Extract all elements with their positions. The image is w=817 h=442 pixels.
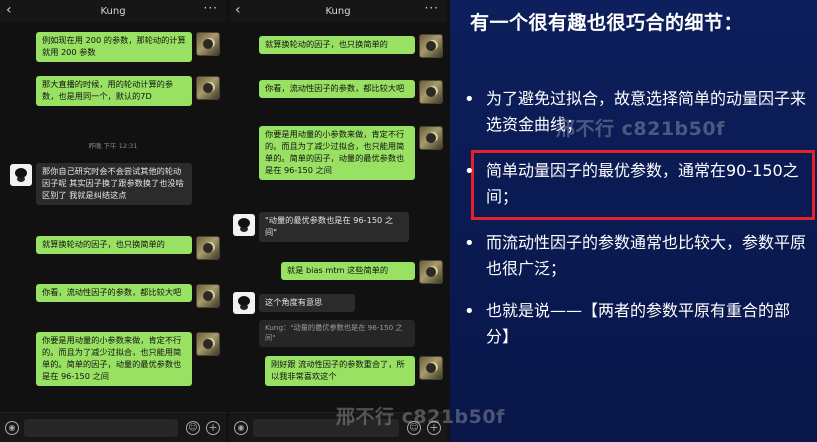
message-bubble[interactable]: 你要是用动量的小参数来做，肯定不行的。而且为了减少过拟合，也只能用简单的。简单的…: [36, 332, 192, 386]
more-icon[interactable]: ···: [204, 1, 218, 15]
avatar[interactable]: [233, 292, 255, 314]
message-bubble[interactable]: 刚好跟 流动性因子的参数重合了，所以我非常喜欢这个: [265, 356, 415, 386]
avatar[interactable]: [419, 80, 443, 104]
input-bar: ◉ ☺ +: [0, 412, 226, 442]
plus-icon[interactable]: +: [206, 421, 220, 435]
timestamp: 昨晚 下午 12:31: [88, 142, 138, 150]
right-chat-window: ‹ Kung ··· 就算换轮动的因子，也只换简单的 你看，流动性因子的参数，都…: [229, 0, 447, 442]
message-bubble[interactable]: 就是 bias mtm 这些简单的: [281, 262, 415, 280]
avatar[interactable]: [196, 332, 220, 356]
avatar[interactable]: [196, 236, 220, 260]
message-bubble[interactable]: "动量的最优参数也是在 96-150 之间": [259, 212, 409, 242]
slide-bullet: 也就是说——【两者的参数平原有重合的部分】: [464, 298, 810, 349]
avatar[interactable]: [419, 34, 443, 58]
more-icon[interactable]: ···: [425, 1, 439, 15]
message-bubble[interactable]: 那大直播的时候，用的轮动计算的参数，也是用同一个，默认的7D: [36, 76, 192, 106]
avatar[interactable]: [419, 126, 443, 150]
left-chat-window: ‹ Kung ··· 例如现在用 200 的参数，那轮动的计算就用 200 参数…: [0, 0, 226, 442]
quoted-message[interactable]: Kung："动量的最优参数也是在 96-150 之间": [259, 320, 415, 347]
avatar[interactable]: [10, 164, 32, 186]
message-input[interactable]: [24, 419, 178, 437]
voice-icon[interactable]: ◉: [5, 421, 19, 435]
avatar[interactable]: [419, 260, 443, 284]
avatar[interactable]: [233, 214, 255, 236]
message-bubble[interactable]: 你看，流动性因子的参数，都比较大吧: [259, 80, 415, 98]
emoji-icon[interactable]: ☺: [186, 421, 200, 435]
slide-bullet: 而流动性因子的参数通常也比较大，参数平原也很广泛；: [464, 230, 810, 281]
message-bubble[interactable]: 例如现在用 200 的参数，那轮动的计算就用 200 参数: [36, 32, 192, 62]
watermark: 邢不行 c821b50f: [556, 118, 725, 140]
watermark: 邢不行 c821b50f: [336, 406, 505, 428]
avatar[interactable]: [196, 76, 220, 100]
message-bubble[interactable]: 你要是用动量的小参数来做，肯定不行的。而且为了减少过拟合，也只能用简单的。简单的…: [259, 126, 415, 180]
slide-bullet: 简单动量因子的最优参数，通常在90-150之间；: [464, 158, 810, 209]
voice-icon[interactable]: ◉: [234, 421, 248, 435]
message-bubble[interactable]: 你看，流动性因子的参数，都比较大吧: [36, 284, 192, 302]
presentation-slide: 有一个很有趣也很巧合的细节： 为了避免过拟合，故意选择简单的动量因子来选资金曲线…: [450, 0, 817, 442]
chat-header: ‹ Kung ···: [0, 0, 226, 22]
message-bubble[interactable]: 那你自己研究时会不会尝试其他的轮动因子呢 其实因子换了跟参数换了也没啥区别了 我…: [36, 163, 192, 205]
chat-title: Kung: [325, 5, 351, 17]
chat-title: Kung: [100, 5, 126, 17]
message-bubble[interactable]: 就算换轮动的因子，也只换简单的: [259, 36, 415, 54]
back-icon[interactable]: ‹: [6, 2, 12, 18]
message-bubble[interactable]: 就算换轮动的因子，也只换简单的: [36, 236, 192, 254]
avatar[interactable]: [419, 356, 443, 380]
avatar[interactable]: [196, 284, 220, 308]
avatar[interactable]: [196, 32, 220, 56]
back-icon[interactable]: ‹: [235, 2, 241, 18]
slide-title: 有一个很有趣也很巧合的细节：: [470, 12, 744, 34]
message-bubble[interactable]: 这个角度有意思: [259, 294, 355, 312]
chat-header: ‹ Kung ···: [229, 0, 447, 22]
